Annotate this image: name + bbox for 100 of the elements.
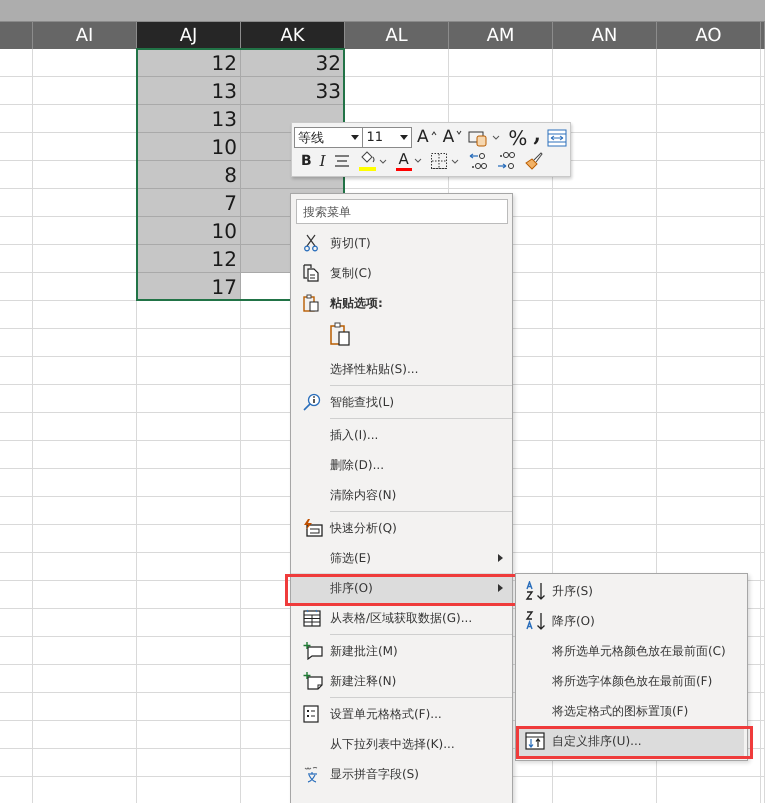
increase-decimal-icon <box>468 150 488 170</box>
font-color-button[interactable]: A <box>394 150 423 171</box>
table-cell: 13 <box>137 77 241 105</box>
increase-font-size-button[interactable]: A <box>416 127 438 148</box>
toolbar-button[interactable] <box>546 127 568 148</box>
table-cell <box>0 329 33 357</box>
table-cell <box>0 105 33 133</box>
menu-item[interactable]: 显示拼音字段(S) <box>291 759 512 789</box>
table-cell <box>0 665 33 693</box>
section-label: 粘贴选项: <box>291 288 512 318</box>
clipboard-icon <box>330 322 350 346</box>
menu-item[interactable]: 智能查找(L) <box>291 387 512 417</box>
table-cell: 10 <box>137 217 241 245</box>
column-header[interactable]: AK <box>241 22 345 49</box>
menu-item[interactable]: 复制(C) <box>291 258 512 288</box>
menu-item[interactable]: 将所选单元格颜色放在最前面(C) <box>519 636 744 666</box>
menu-item[interactable]: 剪切(T) <box>291 228 512 258</box>
comma-style-button[interactable]: , <box>532 123 542 144</box>
menu-item[interactable]: 从下拉列表中选择(K)... <box>291 729 512 759</box>
font-name-field[interactable]: 等线 <box>294 127 364 148</box>
menu-item[interactable]: 将所选字体颜色放在最前面(F) <box>519 666 744 696</box>
table-cell <box>0 581 33 609</box>
table-cell <box>0 525 33 553</box>
menu-item[interactable]: 降序(O) <box>519 606 744 636</box>
table-cell: 13 <box>137 105 241 133</box>
table-cell <box>0 301 33 329</box>
custom-sort-icon <box>525 732 545 750</box>
table-cell <box>0 273 33 301</box>
column-header[interactable]: AJ <box>137 22 241 49</box>
percent-style-button[interactable]: % <box>507 127 528 148</box>
table-cell: 7 <box>137 189 241 217</box>
menu-item[interactable]: 清除内容(N) <box>291 480 512 510</box>
toolbar-button[interactable] <box>428 150 461 171</box>
menu-item[interactable]: 新建批注(M) <box>291 636 512 666</box>
scissors-icon <box>303 234 319 252</box>
borders-icon <box>430 150 460 170</box>
font-size-field[interactable]: 11 <box>362 127 412 148</box>
table-cell <box>0 721 33 749</box>
caret-icon <box>414 158 422 164</box>
menu-item[interactable]: 从表格/区域获取数据(G)... <box>291 603 512 633</box>
corner-header <box>0 22 33 49</box>
search-field[interactable]: 搜索菜单 <box>296 199 508 224</box>
column-header[interactable]: AO <box>657 22 761 49</box>
quick-analysis-icon <box>303 519 323 537</box>
toolbar-button[interactable] <box>522 150 545 171</box>
table-cell <box>0 245 33 273</box>
table-cell <box>0 469 33 497</box>
table-cell <box>0 49 33 77</box>
table-cell <box>0 609 33 637</box>
sort-descending-icon <box>525 611 547 631</box>
menu-item[interactable]: 筛选(E) <box>291 543 512 573</box>
copy-icon <box>303 264 319 282</box>
table-cell <box>0 385 33 413</box>
table-cell <box>0 133 33 161</box>
table-cell: 10 <box>137 133 241 161</box>
menu-item[interactable]: 设置单元格格式(F)... <box>291 699 512 729</box>
column-header[interactable]: AI <box>33 22 137 49</box>
caret-up-icon <box>430 130 437 136</box>
column-header[interactable]: AM <box>449 22 553 49</box>
table-cell <box>0 189 33 217</box>
caret-down-icon <box>456 130 462 136</box>
table-cell <box>0 553 33 581</box>
format-painter-icon <box>524 150 544 170</box>
decrease-decimal-icon <box>496 150 516 170</box>
align-center-icon <box>334 152 350 168</box>
table-cell <box>0 413 33 441</box>
submenu-arrow-icon <box>498 584 503 592</box>
table-cell <box>0 357 33 385</box>
column-header[interactable]: AL <box>345 22 449 49</box>
table-cell: 32 <box>241 49 345 77</box>
table-cell <box>0 497 33 525</box>
column-header[interactable]: AN <box>553 22 657 49</box>
new-note-icon <box>303 672 323 690</box>
table-cell <box>0 749 33 777</box>
bold-button[interactable]: B <box>300 150 313 171</box>
clipboard-icon <box>303 294 319 312</box>
table-cell <box>0 217 33 245</box>
menu-item[interactable]: 插入(I)... <box>291 420 512 450</box>
submenu-arrow-icon <box>498 554 503 562</box>
menu-item[interactable]: 快速分析(Q) <box>291 513 512 543</box>
decrease-font-size-button[interactable]: A <box>442 127 464 148</box>
format-cells-icon <box>303 705 319 723</box>
table-cell <box>0 441 33 469</box>
table-cell <box>0 77 33 105</box>
italic-button[interactable]: I <box>318 150 327 171</box>
menu-item[interactable]: 选择性粘贴(S)... <box>291 354 512 384</box>
table-cell: 17 <box>137 273 241 301</box>
paste-button[interactable] <box>330 322 350 346</box>
table-cell <box>0 693 33 721</box>
table-icon <box>303 609 321 627</box>
new-comment-icon <box>303 642 323 660</box>
menu-item[interactable]: 新建注释(N) <box>291 666 512 696</box>
table-cell <box>0 161 33 189</box>
menu-item[interactable]: 升序(S) <box>519 576 744 606</box>
table-cell: 8 <box>137 161 241 189</box>
menu-item[interactable]: 将选定格式的图标置顶(F) <box>519 696 744 726</box>
table-cell <box>0 637 33 665</box>
sort-ascending-icon <box>525 581 547 601</box>
menu-item[interactable]: 删除(D)... <box>291 450 512 480</box>
wrap-text-icon <box>547 128 567 146</box>
